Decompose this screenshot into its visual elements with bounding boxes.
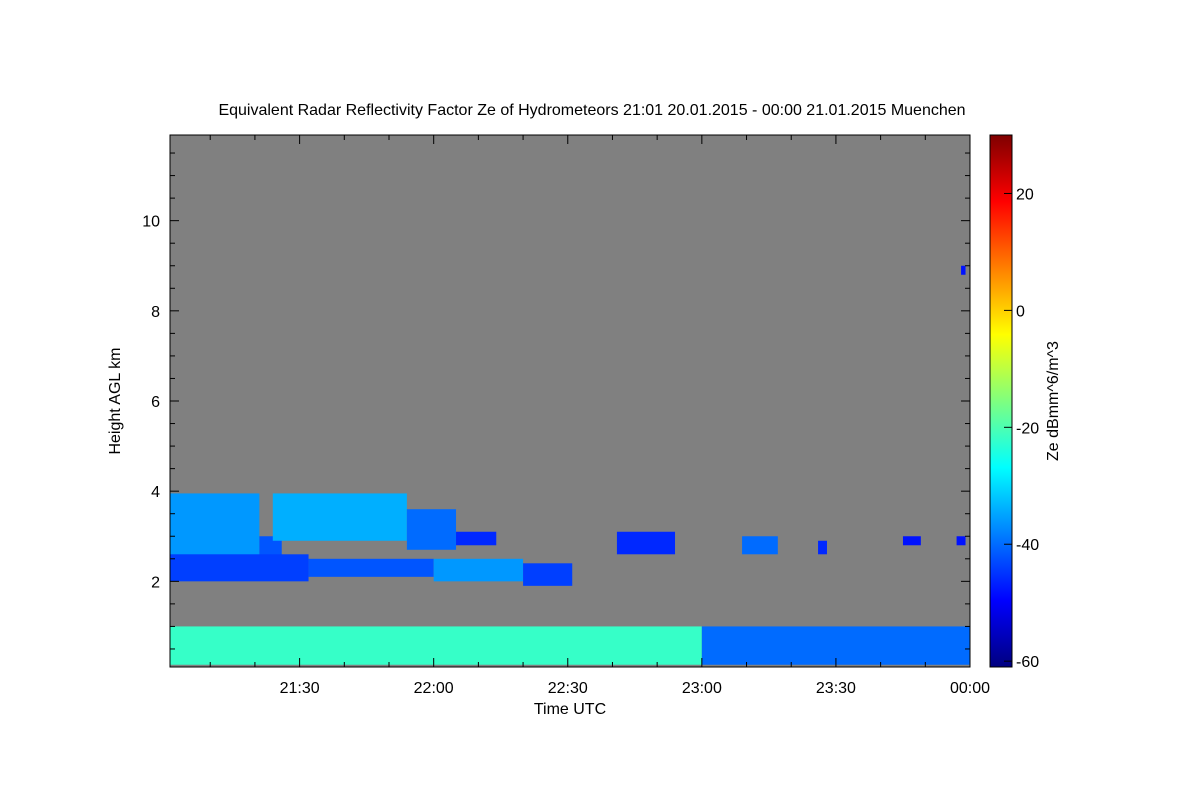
x-tick-label: 00:00 — [950, 680, 990, 697]
colorbar: 20 0 -20 -40 -60 Ze dBmm^6/m^3 — [989, 134, 1062, 671]
reflectivity-region — [433, 558, 524, 582]
reflectivity-region — [523, 563, 573, 586]
y-tick-label: 2 — [151, 574, 160, 591]
colorbar-tick-label: 0 — [1016, 303, 1025, 320]
colorbar-tick-label: -20 — [1016, 420, 1039, 437]
x-tick-label: 22:00 — [414, 680, 454, 697]
x-axis-label: Time UTC — [534, 701, 606, 718]
x-tick-label: 23:00 — [682, 680, 722, 697]
colorbar-tick-label: -40 — [1016, 537, 1039, 554]
chart-title: Equivalent Radar Reflectivity Factor Ze … — [218, 102, 965, 119]
plot-area — [169, 134, 971, 668]
x-tick-label: 21:30 — [280, 680, 320, 697]
x-tick-label: 22:30 — [548, 680, 588, 697]
reflectivity-region — [902, 536, 921, 546]
reflectivity-region — [308, 558, 434, 577]
y-tick-label: 6 — [151, 394, 160, 411]
colorbar-gradient — [989, 134, 1013, 668]
reflectivity-region — [406, 509, 457, 550]
radar-chart: Equivalent Radar Reflectivity Factor Ze … — [107, 102, 1062, 718]
reflectivity-region — [170, 493, 260, 559]
colorbar-tick-label: 20 — [1016, 186, 1034, 203]
reflectivity-region — [818, 540, 827, 555]
reflectivity-region — [272, 493, 407, 541]
reflectivity-region — [956, 536, 966, 546]
y-tick-label: 10 — [142, 214, 160, 231]
reflectivity-region — [170, 626, 702, 665]
reflectivity-region — [170, 554, 309, 582]
y-tick-label: 8 — [151, 304, 160, 321]
reflectivity-region — [456, 531, 497, 546]
x-tick-label: 23:30 — [816, 680, 856, 697]
y-tick-label: 4 — [151, 484, 160, 501]
colorbar-label: Ze dBmm^6/m^3 — [1045, 341, 1062, 461]
colorbar-tick-label: -60 — [1016, 654, 1039, 671]
reflectivity-region — [742, 536, 778, 555]
y-axis-label: Height AGL km — [107, 347, 124, 454]
reflectivity-region — [961, 265, 966, 275]
plot-background — [170, 135, 970, 667]
reflectivity-region — [616, 531, 676, 555]
